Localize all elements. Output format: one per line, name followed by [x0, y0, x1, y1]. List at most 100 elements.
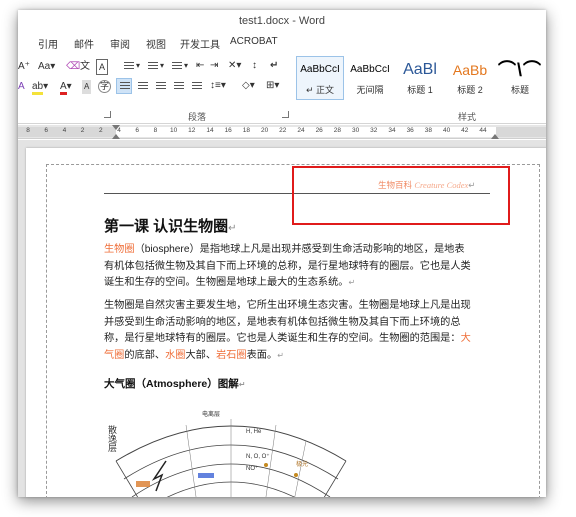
shading-icon[interactable]: ◇▾: [242, 79, 255, 93]
word-window: test1.docx - Word 引用 邮件 审阅 视图 开发工具 ACROB…: [18, 10, 546, 497]
paragraph-2-mid-1: 的底部、: [124, 349, 166, 361]
ribbon-tabs: 引用 邮件 审阅 视图 开发工具 ACROBAT: [18, 33, 546, 53]
window-title: test1.docx - Word: [239, 15, 325, 27]
char-shading-icon[interactable]: A: [82, 80, 92, 94]
document-area[interactable]: 生物百科 Creature Codex↵ 第一课 认识生物圈↵ 生物圈（bios…: [18, 140, 546, 497]
style-no-spacing[interactable]: AaBbCcI 无间隔: [346, 56, 394, 100]
tab-review[interactable]: 审阅: [110, 36, 130, 51]
justify-icon[interactable]: [170, 78, 186, 94]
ruler-tick-label: 44: [479, 127, 487, 134]
align-center-icon[interactable]: [134, 78, 150, 94]
first-line-indent-marker[interactable]: [112, 125, 120, 130]
distributed-icon[interactable]: [188, 78, 204, 94]
align-right-icon[interactable]: [152, 78, 168, 94]
numbering-icon[interactable]: [144, 58, 160, 74]
ruler-tick-label: 16: [224, 127, 232, 134]
align-center-lines: [138, 82, 148, 91]
paragraph-group-label: 段落: [188, 112, 207, 122]
tab-mailings[interactable]: 邮件: [74, 36, 94, 51]
tab-references[interactable]: 引用: [38, 36, 58, 51]
show-marks-icon[interactable]: ↵: [270, 59, 278, 73]
numbering-dropdown-icon[interactable]: ▾: [160, 59, 164, 73]
change-case-label: Aa: [38, 61, 51, 72]
title-bar: test1.docx - Word: [18, 10, 546, 32]
ruler-tick-label: 34: [388, 127, 396, 134]
atmosphere-diagram[interactable]: 散逸层 电离层 H, He N, O, O⁺ NO⁺ 极光: [106, 401, 356, 497]
style-heading-2[interactable]: AaBb 标题 2: [446, 56, 494, 100]
decrease-indent-icon[interactable]: ⇤: [196, 59, 204, 73]
bullets-lines: [124, 62, 134, 71]
paragraph-mark-icon: ↵: [277, 350, 284, 360]
style-title[interactable]: ⌒\⌒ 标题: [496, 56, 544, 100]
style-heading-1[interactable]: AaBl 标题 1: [396, 56, 444, 100]
style-title-preview: ⌒\⌒: [497, 60, 542, 80]
ruler-tick-label: 4: [62, 127, 67, 134]
ruler-tick-label: 42: [461, 127, 469, 134]
style-normal-name: ↵ 正文: [305, 85, 335, 95]
font-color-label: A: [60, 81, 67, 95]
document-title[interactable]: 第一课 认识生物圈↵: [104, 215, 237, 236]
hanging-indent-marker[interactable]: [112, 134, 120, 139]
sort-icon[interactable]: ↕: [252, 59, 257, 73]
atmosphere-diagram-svg: [115, 419, 347, 497]
bullets-icon[interactable]: [120, 58, 136, 74]
horizontal-ruler[interactable]: 8 6 4 2 2 4 6 8 10 12 14 16 18 20 22 24 26 28 30 32 34 36 38 40…: [18, 125, 546, 139]
paragraph-1-text: （biosphere）是指地球上凡是出现并感受到生命活动影响的地区，是地表有机体…: [104, 244, 471, 288]
align-right-lines: [156, 82, 166, 91]
paragraph-mark-icon: ↵: [228, 223, 237, 234]
atmosphere-subheading[interactable]: 大气圈（Atmosphere）图解↵: [104, 376, 245, 391]
highlight-color-button[interactable]: ab▾: [32, 80, 48, 95]
right-indent-marker[interactable]: [491, 134, 499, 139]
style-heading-1-name: 标题 1: [407, 85, 433, 95]
bullets-dropdown-icon[interactable]: ▾: [136, 59, 140, 73]
paragraph-dialog-launcher[interactable]: [282, 111, 289, 118]
paragraph-1[interactable]: 生物圈（biosphere）是指地球上凡是出现并感受到生命活动影响的地区，是地表…: [104, 242, 472, 292]
ruler-tick-label: 18: [242, 127, 251, 134]
clear-format-icon[interactable]: ⌫: [66, 60, 80, 74]
increase-indent-icon[interactable]: ⇥: [210, 59, 218, 73]
ruler-tick-label: 14: [206, 127, 214, 134]
borders-icon[interactable]: ⊞▾: [266, 79, 279, 93]
paragraph-2-end: 表面。: [246, 349, 278, 361]
style-normal[interactable]: AaBbCcI ↵ 正文: [296, 56, 344, 100]
line-spacing-icon[interactable]: ↕≡▾: [210, 79, 226, 93]
style-no-spacing-name: 无间隔: [356, 85, 384, 95]
ruler-tick-label: 2: [80, 127, 85, 134]
paragraph-2-text: 生物圈是自然灾害主要发生地，它所生出环境生态灾害。生物圈是地球上凡是出现并感受到…: [104, 300, 471, 344]
ruler-tick-label: 32: [370, 127, 378, 134]
annotation-highlight-box: [292, 166, 510, 225]
tab-view[interactable]: 视图: [146, 36, 166, 51]
align-left-icon[interactable]: [116, 78, 132, 94]
ruler-tick-label: 10: [169, 127, 178, 134]
diagram-label-ionosphere: 电离层: [202, 412, 221, 418]
style-heading-1-preview: AaBl: [403, 61, 437, 78]
font-dialog-launcher[interactable]: [104, 111, 111, 118]
ruler-tick-label: 38: [424, 127, 433, 134]
ruler-tick-label: 2: [98, 127, 103, 134]
atmosphere-subheading-text: 大气圈（Atmosphere）图解: [104, 378, 239, 390]
ruler-tick-label: 30: [351, 127, 360, 134]
ruler-tick-label: 28: [333, 127, 342, 134]
grow-font-icon[interactable]: A⁺: [18, 60, 30, 74]
font-color-button[interactable]: A▾: [60, 80, 72, 95]
tab-acrobat[interactable]: ACROBAT: [230, 36, 278, 47]
chinese-layout-icon[interactable]: ✕▾: [228, 59, 241, 73]
style-heading-2-preview: AaBb: [452, 62, 488, 78]
change-case-button[interactable]: Aa▾: [38, 60, 55, 74]
document-page[interactable]: 生物百科 Creature Codex↵ 第一课 认识生物圈↵ 生物圈（bios…: [26, 148, 546, 497]
multilevel-list-icon[interactable]: [168, 58, 184, 74]
style-normal-preview: AaBbCcI: [300, 64, 340, 75]
phonetic-guide-icon[interactable]: 文: [80, 60, 90, 74]
term-biosphere: 生物圈: [104, 244, 135, 255]
tab-developer[interactable]: 开发工具: [180, 36, 220, 51]
ruler-tick-label: 24: [297, 127, 305, 134]
style-heading-2-name: 标题 2: [457, 85, 483, 95]
paragraph-2[interactable]: 生物圈是自然灾害主要发生地，它所生出环境生态灾害。生物圈是地球上凡是出现并感受到…: [104, 298, 472, 364]
distributed-lines: [192, 82, 202, 91]
text-effects-icon[interactable]: A: [18, 80, 25, 94]
ruler-tick-label: 8: [26, 127, 30, 134]
multilevel-dropdown-icon[interactable]: ▾: [184, 59, 188, 73]
char-border-icon[interactable]: A: [96, 59, 109, 75]
enclose-char-icon[interactable]: 字: [98, 80, 111, 93]
paragraph-2-mid-2: 大部、: [185, 349, 217, 361]
